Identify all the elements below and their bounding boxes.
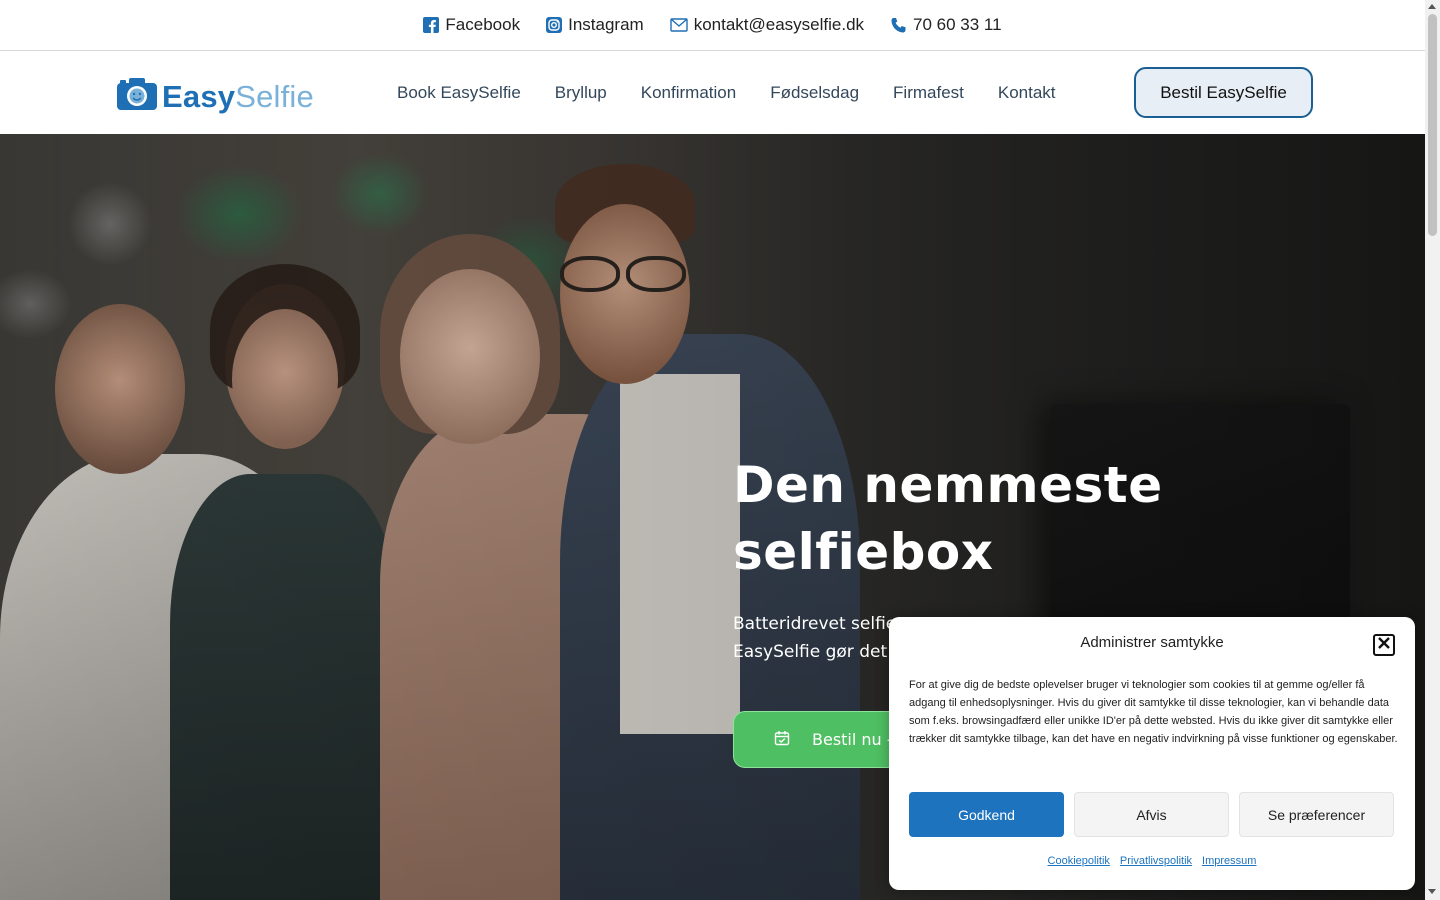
accept-cookies-button[interactable]: Godkend <box>909 792 1064 837</box>
site-header: EasySelfie Book EasySelfie Bryllup Konfi… <box>0 51 1425 134</box>
instagram-icon <box>546 17 563 33</box>
cookie-policy-links: Cookiepolitik Privatlivspolitik Impressu… <box>889 855 1415 867</box>
site-logo[interactable]: EasySelfie <box>116 77 314 116</box>
cookie-dialog-title: Administrer samtykke <box>1080 634 1224 651</box>
facebook-label: Facebook <box>445 15 521 34</box>
scroll-up-arrow-icon[interactable] <box>1428 4 1436 9</box>
phone-icon <box>890 17 907 34</box>
logo-selfie-text: Selfie <box>235 78 314 114</box>
cookie-button-row: Godkend Afvis Se præferencer <box>909 792 1394 837</box>
envelope-icon <box>669 18 688 32</box>
nav-item-fodselsdag[interactable]: Fødselsdag <box>753 83 876 103</box>
nav-item-konfirmation[interactable]: Konfirmation <box>624 83 753 103</box>
phone-link[interactable]: 70 60 33 11 <box>890 15 1002 35</box>
cookie-preferences-button[interactable]: Se præferencer <box>1239 792 1394 837</box>
instagram-label: Instagram <box>568 15 644 34</box>
cookie-close-button[interactable] <box>1373 634 1395 656</box>
close-icon <box>1377 636 1391 655</box>
order-now-label: Bestil nu - <box>812 730 893 749</box>
camera-logo-icon <box>116 77 158 116</box>
main-navigation: Book EasySelfie Bryllup Konfirmation Fød… <box>380 51 1073 134</box>
scrollbar-thumb[interactable] <box>1428 14 1437 236</box>
phone-label: 70 60 33 11 <box>913 15 1002 34</box>
scroll-down-arrow-icon[interactable] <box>1428 889 1436 894</box>
page-scrollbar[interactable] <box>1425 0 1440 900</box>
email-link[interactable]: kontakt@easyselfie.dk <box>669 15 865 35</box>
privacy-policy-link[interactable]: Privatlivspolitik <box>1120 855 1192 867</box>
calendar-check-icon <box>774 730 790 750</box>
nav-item-firmafest[interactable]: Firmafest <box>876 83 981 103</box>
cookie-policy-link[interactable]: Cookiepolitik <box>1048 855 1110 867</box>
deny-cookies-button[interactable]: Afvis <box>1074 792 1229 837</box>
email-label: kontakt@easyselfie.dk <box>693 15 865 34</box>
nav-item-book-easyselfie[interactable]: Book EasySelfie <box>380 83 538 103</box>
top-contact-bar: Facebook Instagram kontakt@easyselfie.dk… <box>0 0 1425 51</box>
facebook-icon <box>423 17 440 33</box>
logo-easy-text: Easy <box>162 78 236 114</box>
cookie-description: For at give dig de bedste oplevelser bru… <box>909 679 1398 745</box>
logo-wordmark: EasySelfie <box>162 79 314 115</box>
impressum-link[interactable]: Impressum <box>1202 855 1256 867</box>
instagram-link[interactable]: Instagram <box>546 15 644 35</box>
hero-title-line-2: selfiebox <box>733 523 994 581</box>
hero-title: Den nemmeste selfiebox <box>733 452 1293 586</box>
nav-item-kontakt[interactable]: Kontakt <box>981 83 1073 103</box>
cookie-consent-dialog: Administrer samtykke For at give dig de … <box>889 617 1415 890</box>
nav-item-bryllup[interactable]: Bryllup <box>538 83 624 103</box>
order-easyselfie-button[interactable]: Bestil EasySelfie <box>1134 67 1313 118</box>
facebook-link[interactable]: Facebook <box>423 15 520 35</box>
hero-title-line-1: Den nemmeste <box>733 456 1163 514</box>
